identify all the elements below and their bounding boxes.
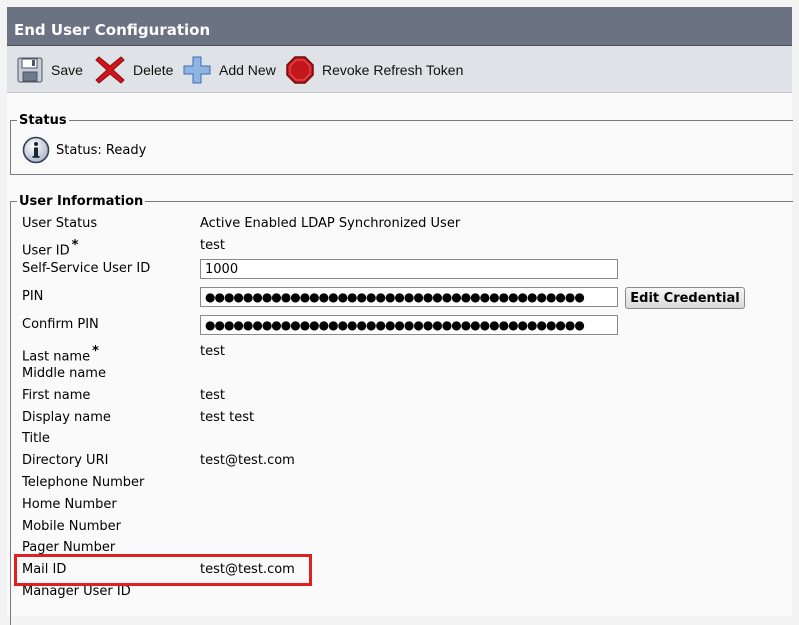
- toolbar: Save Delete Add New Revoke Refresh Token: [7, 46, 792, 93]
- revoke-refresh-token-label: Revoke Refresh Token: [322, 62, 464, 78]
- user-information-title: User Information: [19, 194, 144, 209]
- middle-name-label: Middle name: [22, 366, 106, 381]
- mobile-number-label: Mobile Number: [22, 519, 121, 534]
- display-name-value: test test: [200, 410, 255, 425]
- status-row: Status: Ready: [22, 136, 146, 164]
- directory-uri-label: Directory URI: [22, 453, 109, 468]
- delete-button[interactable]: Delete: [95, 56, 173, 84]
- status-section-title: Status: [19, 113, 67, 128]
- manager-user-id-label: Manager User ID: [22, 584, 131, 599]
- info-icon: [22, 136, 50, 164]
- required-marker: *: [71, 238, 79, 253]
- add-new-button[interactable]: Add New: [183, 56, 276, 84]
- home-number-label: Home Number: [22, 497, 117, 512]
- page-title: End User Configuration: [14, 21, 211, 39]
- pin-field[interactable]: ●●●●●●●●●●●●●●●●●●●●●●●●●●●●●●●●●●●●●●●●: [200, 287, 618, 307]
- user-id-value: test: [200, 238, 225, 253]
- title-label: Title: [22, 431, 50, 446]
- telephone-number-label: Telephone Number: [22, 475, 145, 490]
- self-service-user-id-label: Self-Service User ID: [22, 261, 151, 276]
- first-name-label: First name: [22, 388, 91, 403]
- red-x-icon: [95, 56, 125, 84]
- window-titlebar: End User Configuration: [7, 7, 792, 46]
- blue-plus-icon: [183, 56, 211, 84]
- pager-number-label: Pager Number: [22, 540, 116, 555]
- user-status-value: Active Enabled LDAP Synchronized User: [200, 216, 461, 231]
- add-new-label: Add New: [219, 62, 276, 78]
- required-marker: *: [92, 344, 99, 359]
- revoke-refresh-token-button[interactable]: Revoke Refresh Token: [286, 56, 463, 84]
- mail-id-highlight-box: [14, 554, 312, 586]
- floppy-disk-icon: [17, 57, 43, 83]
- directory-uri-value: test@test.com: [200, 453, 295, 468]
- delete-label: Delete: [133, 62, 174, 78]
- pin-label: PIN: [22, 289, 44, 304]
- save-button[interactable]: Save: [17, 56, 83, 84]
- last-name-label: Last name *: [22, 344, 99, 365]
- status-text: Status: Ready: [56, 142, 147, 158]
- confirm-pin-field[interactable]: ●●●●●●●●●●●●●●●●●●●●●●●●●●●●●●●●●●●●●●●●: [200, 315, 618, 335]
- edit-credential-button[interactable]: Edit Credential: [625, 287, 745, 309]
- save-label: Save: [51, 62, 83, 78]
- display-name-label: Display name: [22, 410, 111, 425]
- self-service-user-id-field[interactable]: [200, 259, 618, 279]
- confirm-pin-label: Confirm PIN: [22, 317, 99, 332]
- user-status-label: User Status: [22, 216, 98, 231]
- first-name-value: test: [200, 388, 225, 403]
- last-name-value: test: [200, 344, 225, 359]
- user-id-label: User ID *: [22, 238, 79, 259]
- stop-sign-icon: [286, 56, 314, 84]
